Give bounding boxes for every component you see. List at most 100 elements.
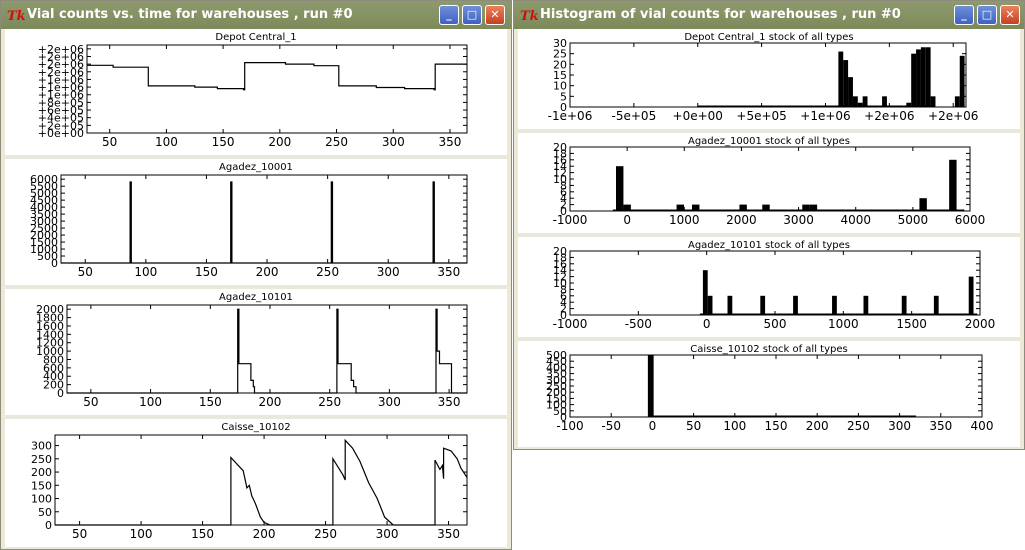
x-tick-label: 150 <box>191 527 214 541</box>
histogram-bar <box>707 416 713 417</box>
histogram-bar <box>647 355 654 417</box>
histogram-bar <box>762 204 770 211</box>
plot-frame <box>569 250 981 316</box>
histogram-bar <box>925 47 931 107</box>
x-tick-label: -1e+06 <box>548 109 593 123</box>
y-tick-label: 20 <box>553 245 567 258</box>
x-tick-label: 100 <box>130 527 153 541</box>
histogram-bar <box>715 416 722 417</box>
x-tick-label: 50 <box>102 135 117 149</box>
x-tick-label: 50 <box>686 419 701 433</box>
histogram-bar <box>949 159 957 211</box>
tk-app-icon[interactable]: Tk <box>7 9 26 24</box>
x-tick-label: 5000 <box>898 213 929 227</box>
histogram-chart-caisse-10102: Caisse_10102 stock of all types-100 -50 0 5… <box>546 344 993 433</box>
histogram-chart-agadez-10101: Agadez_10101 stock of all types -1000 -500… <box>553 240 996 331</box>
histogram-bar <box>760 295 766 315</box>
y-tick-label: 500 <box>546 349 567 362</box>
plot-frame <box>569 354 983 418</box>
histogram-bar <box>773 416 779 417</box>
x-tick-label: 300 <box>377 265 400 279</box>
x-tick-label: 200 <box>268 135 291 149</box>
close-button[interactable]: ✕ <box>485 5 505 25</box>
plot-caisse-10102: Caisse_10102 50 100 150 200 250 300 350 0 50 100 15… <box>5 419 507 547</box>
histogram-bar <box>862 96 868 107</box>
x-tick-label: 350 <box>438 395 461 409</box>
tk-app-icon[interactable]: Tk <box>520 9 539 24</box>
chart-title: Agadez_10101 stock of all types <box>688 240 850 251</box>
histogram-bar <box>832 295 837 315</box>
histogram-bar <box>906 102 912 107</box>
y-tick-label: 2000 <box>36 303 64 316</box>
y-tick-label: 6000 <box>30 173 58 186</box>
histogram-bar <box>901 295 907 315</box>
x-tick-label: 50 <box>78 265 93 279</box>
y-tick-label: +2e+06 <box>38 43 84 56</box>
y-tick-label: 0 <box>45 519 52 532</box>
histogram-bar <box>882 96 887 107</box>
maximize-button[interactable]: □ <box>462 5 482 25</box>
y-tick-label: 300 <box>31 440 52 453</box>
histogram-bar <box>616 166 624 211</box>
chart-caisse-10102: Caisse_1010250 100 150 200 250 300 35005010015… <box>31 422 468 541</box>
x-tick-label: 250 <box>316 265 339 279</box>
minimize-button[interactable]: _ <box>439 5 459 25</box>
x-tick-label: 350 <box>437 527 460 541</box>
y-tick-label: 50 <box>38 506 52 519</box>
histogram-bar <box>852 96 858 107</box>
histogram-bar <box>839 416 845 417</box>
x-tick-label: 250 <box>847 419 870 433</box>
x-tick-label: 200 <box>256 265 279 279</box>
x-tick-label: 50 <box>83 395 98 409</box>
x-tick-label: 150 <box>195 265 218 279</box>
maximize-button[interactable]: □ <box>977 5 997 25</box>
close-button[interactable]: ✕ <box>1000 5 1020 25</box>
plot-frame <box>66 304 468 394</box>
chart-title: Agadez_10001 <box>219 162 293 173</box>
histogram-bar <box>968 276 974 315</box>
histogram-bar <box>954 96 960 107</box>
title-bar[interactable]: Tk Vial counts vs. time for warehouses ,… <box>1 1 511 29</box>
histogram-bar <box>920 47 926 107</box>
x-tick-label: 4000 <box>840 213 871 227</box>
x-tick-label: 250 <box>318 395 341 409</box>
plot-agadez-10101: Agadez_10101 50 100 150 200 250 300 350 0 200 400 6… <box>5 289 507 419</box>
y-tick-label: 250 <box>31 453 52 466</box>
window-histogram-vial-counts: Tk Histogram of vial counts for warehous… <box>513 0 1025 450</box>
histogram-agadez-10001: Agadez_10001 stock of all types -1000 0 100… <box>518 133 1020 237</box>
x-tick-label: 100 <box>723 419 746 433</box>
histogram-bar <box>838 51 844 107</box>
x-tick-label: 100 <box>134 265 157 279</box>
histogram-bar <box>843 60 849 107</box>
y-tick-label: 100 <box>31 493 52 506</box>
x-tick-label: +2e+06 <box>928 109 978 123</box>
x-tick-label: 150 <box>212 135 235 149</box>
plot-agadez-10001: Agadez_10001 50 100 150 200 250 300 350 0 500 1000… <box>5 159 507 289</box>
histogram-bar <box>911 53 917 107</box>
x-tick-label: 300 <box>376 527 399 541</box>
x-tick-label: 200 <box>259 395 282 409</box>
histogram-bar <box>676 204 684 211</box>
title-bar[interactable]: Tk Histogram of vial counts for warehous… <box>514 1 1024 29</box>
x-tick-label: 350 <box>929 419 952 433</box>
chart-title: Agadez_10101 <box>219 292 293 303</box>
x-tick-label: 100 <box>139 395 162 409</box>
histogram-agadez-10101: Agadez_10101 stock of all types -1000 -500… <box>518 237 1020 341</box>
histogram-bar <box>809 204 818 211</box>
x-tick-label: 250 <box>314 527 337 541</box>
window-vial-counts-vs-time: Tk Vial counts vs. time for warehouses ,… <box>0 0 512 550</box>
histogram-chart-agadez-10001: Agadez_10001 stock of all types -1000 0 100… <box>553 136 986 227</box>
x-tick-label: -1000 <box>553 213 588 227</box>
x-tick-label: 0 <box>703 317 711 331</box>
y-tick-label: 30 <box>553 37 567 50</box>
histogram-bar <box>863 295 869 315</box>
x-tick-label: -5e+05 <box>612 109 657 123</box>
chart-title: Depot Central_1 <box>215 32 296 43</box>
x-tick-label: 50 <box>72 527 87 541</box>
minimize-button[interactable]: _ <box>954 5 974 25</box>
chart-title: Agadez_10001 stock of all types <box>688 136 850 147</box>
plot-frame <box>60 174 468 264</box>
x-tick-label: +0e+00 <box>673 109 723 123</box>
x-tick-label: 1000 <box>669 213 700 227</box>
x-tick-label: 1000 <box>828 317 859 331</box>
